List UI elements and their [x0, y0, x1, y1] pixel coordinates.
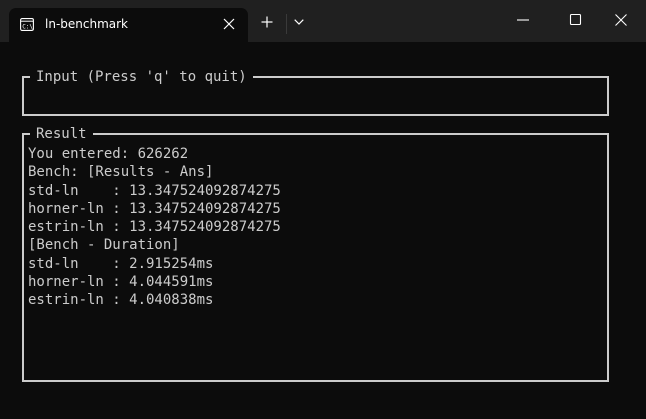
close-icon[interactable]	[223, 18, 235, 30]
svg-text:C:\: C:\	[22, 23, 33, 30]
input-pane-title: Input (Press 'q' to quit)	[30, 68, 253, 86]
result-line-std-ln-duration: std-ln : 2.915254ms	[28, 255, 214, 272]
result-pane: Result You entered: 626262 Bench: [Resul…	[22, 125, 609, 382]
terminal-icon: C:\	[20, 18, 34, 31]
result-line-horner-ln-duration: horner-ln : 4.044591ms	[28, 274, 214, 291]
terminal-window: C:\ ln-benchmark Input (Press 'q' to qui…	[0, 0, 646, 419]
minimize-icon[interactable]	[516, 13, 530, 27]
tab-separator	[286, 14, 287, 34]
result-line-entered: You entered: 626262	[28, 146, 189, 162]
input-pane[interactable]: Input (Press 'q' to quit)	[22, 68, 609, 116]
plus-icon[interactable]	[261, 16, 273, 28]
result-line-std-ln-ans: std-ln : 13.347524092874275	[28, 182, 281, 199]
tab-title: ln-benchmark	[45, 17, 129, 31]
result-lines: You entered: 626262 Bench: [Results - An…	[28, 145, 281, 310]
result-line-results-header: Bench: [Results - Ans]	[28, 164, 214, 181]
title-bar[interactable]: C:\ ln-benchmark	[0, 0, 646, 42]
result-pane-title: Result	[30, 125, 93, 143]
result-line-horner-ln-ans: horner-ln : 13.347524092874275	[28, 200, 281, 217]
close-icon[interactable]	[614, 13, 628, 27]
chevron-down-icon[interactable]	[294, 19, 304, 25]
tab-ln-benchmark[interactable]: C:\ ln-benchmark	[9, 8, 248, 42]
result-line-estrin-ln-duration: estrin-ln : 4.040838ms	[28, 292, 214, 309]
result-line-duration-header: [Bench - Duration]	[28, 237, 180, 254]
maximize-icon[interactable]	[569, 13, 583, 27]
result-line-estrin-ln-ans: estrin-ln : 13.347524092874275	[28, 219, 281, 236]
